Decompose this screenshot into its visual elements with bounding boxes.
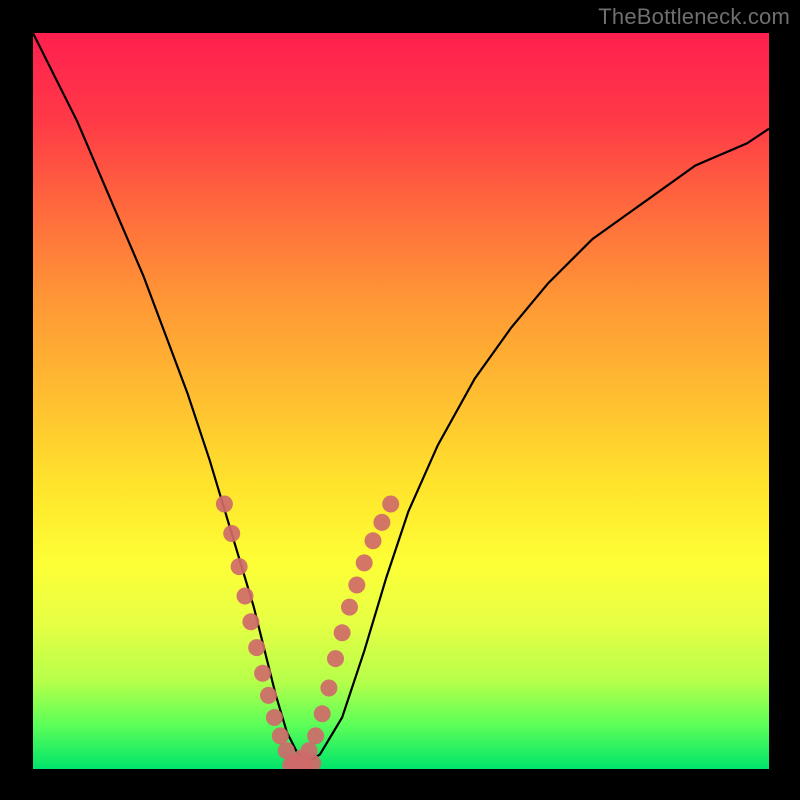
data-marker — [356, 554, 373, 571]
data-marker — [382, 496, 399, 513]
bottleneck-curve — [33, 33, 769, 762]
data-marker — [301, 742, 318, 759]
data-marker — [282, 757, 299, 769]
data-marker — [248, 639, 265, 656]
data-marker — [272, 727, 289, 744]
data-marker — [266, 709, 283, 726]
chart-svg — [33, 33, 769, 769]
data-marker — [341, 599, 358, 616]
data-marker — [348, 577, 365, 594]
data-marker — [365, 532, 382, 549]
data-marker — [286, 753, 303, 769]
data-marker — [314, 705, 331, 722]
plot-area — [33, 33, 769, 769]
data-marker — [320, 680, 337, 697]
chart-frame: TheBottleneck.com — [0, 0, 800, 800]
data-marker — [278, 742, 295, 759]
data-marker — [260, 687, 277, 704]
data-marker — [231, 558, 248, 575]
data-marker — [334, 624, 351, 641]
marker-group — [216, 496, 399, 770]
data-marker — [254, 665, 271, 682]
data-marker — [223, 525, 240, 542]
data-marker — [290, 757, 307, 769]
data-marker — [307, 727, 324, 744]
data-marker — [216, 496, 233, 513]
data-marker — [237, 588, 254, 605]
data-marker — [304, 755, 321, 769]
data-marker — [297, 756, 314, 769]
data-marker — [327, 650, 344, 667]
data-marker — [242, 613, 259, 630]
watermark-text: TheBottleneck.com — [598, 4, 790, 30]
data-marker — [373, 514, 390, 531]
data-marker — [293, 750, 310, 767]
